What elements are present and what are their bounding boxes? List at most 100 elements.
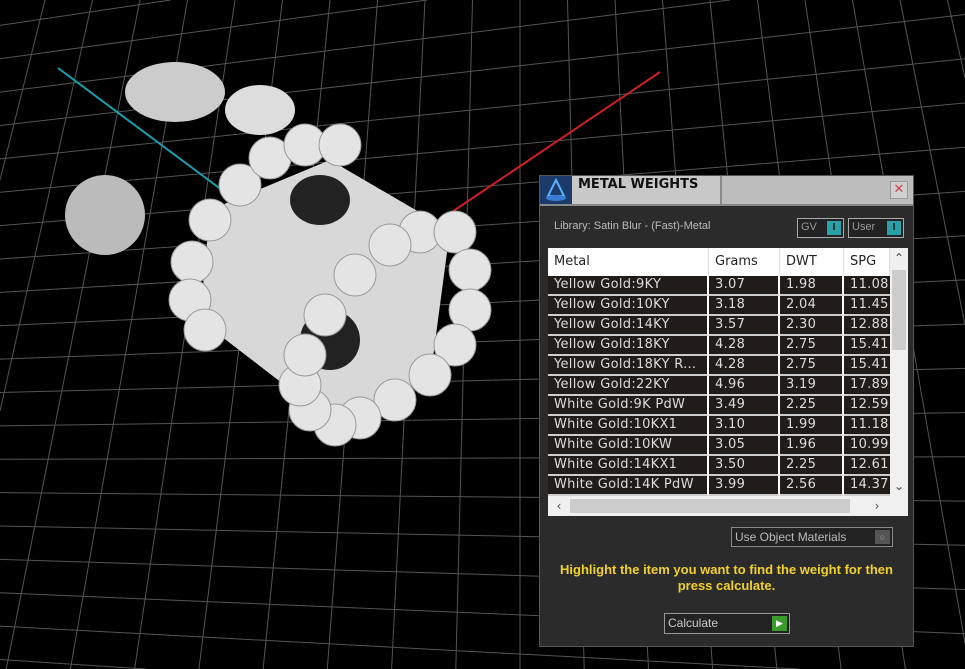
table-cell: 2.56 xyxy=(780,476,844,496)
scale-icon xyxy=(540,176,572,204)
bead xyxy=(333,253,377,297)
scroll-right-icon[interactable]: › xyxy=(868,498,886,514)
table-cell: 3.50 xyxy=(709,456,780,476)
table-row[interactable]: White Gold:14K PdW 3.99 2.56 14.37 xyxy=(548,476,890,496)
table-cell: White Gold:14K PdW xyxy=(548,476,709,496)
table-cell: 4.28 xyxy=(709,356,780,376)
grid-line xyxy=(0,0,171,26)
table-cell: 4.28 xyxy=(709,336,780,356)
title-bar[interactable]: METAL WEIGHTS ✕ xyxy=(540,176,913,206)
table-row[interactable]: Yellow Gold:9KY 3.07 1.98 11.08 xyxy=(548,276,890,296)
toggle-switch: I xyxy=(827,221,841,235)
library-label: Library: Satin Blur - (Fast)-Metal xyxy=(554,220,711,232)
close-button[interactable]: ✕ xyxy=(890,181,908,199)
table-row[interactable]: White Gold:10KX1 3.10 1.99 11.18 xyxy=(548,416,890,436)
column-header-grams[interactable]: Grams xyxy=(709,248,780,276)
scroll-thumb[interactable] xyxy=(892,270,906,350)
table-cell: 2.75 xyxy=(780,336,844,356)
user-toggle[interactable]: User I xyxy=(848,218,904,238)
table-cell: 2.25 xyxy=(780,456,844,476)
table-cell: 4.96 xyxy=(709,376,780,396)
table-cell: 2.75 xyxy=(780,356,844,376)
bead xyxy=(303,293,347,337)
calculate-button[interactable]: Calculate ▶ xyxy=(664,613,790,634)
table-cell: 17.89 xyxy=(844,376,890,396)
table-row[interactable]: Yellow Gold:10KY 3.18 2.04 11.45 xyxy=(548,296,890,316)
table-cell: 1.98 xyxy=(780,276,844,296)
scroll-down-icon[interactable]: ⌄ xyxy=(890,478,908,494)
table-cell: 2.30 xyxy=(780,316,844,336)
grid-line xyxy=(947,0,965,78)
table-row[interactable]: Yellow Gold:18KY R... 4.28 2.75 15.41 xyxy=(548,356,890,376)
table-cell: 1.96 xyxy=(780,436,844,456)
table-row[interactable]: White Gold:14KX1 3.50 2.25 12.61 xyxy=(548,456,890,476)
table-row[interactable]: Yellow Gold:18KY 4.28 2.75 15.41 xyxy=(548,336,890,356)
scroll-up-icon[interactable]: ⌃ xyxy=(890,250,908,266)
grid-line xyxy=(0,0,730,93)
panel-title: METAL WEIGHTS xyxy=(578,177,699,192)
grid-line xyxy=(5,0,141,669)
bead xyxy=(368,223,412,267)
table-header: Metal Grams DWT SPG xyxy=(548,248,890,276)
table-cell: Yellow Gold:10KY xyxy=(548,296,709,316)
grid-line xyxy=(0,659,147,669)
table-cell: Yellow Gold:18KY R... xyxy=(548,356,709,376)
table-cell: 11.08 xyxy=(844,276,890,296)
table-cell: Yellow Gold:18KY xyxy=(548,336,709,356)
table-cell: 3.05 xyxy=(709,436,780,456)
toggle-switch: I xyxy=(887,221,901,235)
bead xyxy=(283,333,327,377)
bead xyxy=(318,123,362,167)
table-cell: 11.18 xyxy=(844,416,890,436)
table-cell: 12.59 xyxy=(844,396,890,416)
table-cell: 3.99 xyxy=(709,476,780,496)
column-header-dwt[interactable]: DWT xyxy=(780,248,844,276)
table-cell: White Gold:10KW xyxy=(548,436,709,456)
use-object-materials-toggle[interactable]: Use Object Materials ○ xyxy=(731,527,893,547)
bead xyxy=(170,240,214,284)
table-cell: 3.07 xyxy=(709,276,780,296)
grid-line xyxy=(0,0,428,60)
bead xyxy=(188,198,232,242)
table-cell: Yellow Gold:14KY xyxy=(548,316,709,336)
vertical-scrollbar[interactable]: ⌃ ⌄ xyxy=(890,248,908,496)
table-row[interactable]: Yellow Gold:14KY 3.57 2.30 12.88 xyxy=(548,316,890,336)
table-cell: Yellow Gold:22KY xyxy=(548,376,709,396)
table-cell: 14.37 xyxy=(844,476,890,496)
column-header-metal[interactable]: Metal xyxy=(548,248,709,276)
table-cell: White Gold:10KX1 xyxy=(548,416,709,436)
table-cell: 10.99 xyxy=(844,436,890,456)
table-cell: 12.61 xyxy=(844,456,890,476)
calculate-label: Calculate xyxy=(668,616,719,630)
table-cell: 1.99 xyxy=(780,416,844,436)
table-row[interactable]: White Gold:10KW 3.05 1.96 10.99 xyxy=(548,436,890,456)
user-label: User xyxy=(852,221,876,233)
bead xyxy=(183,308,227,352)
metal-weights-panel: METAL WEIGHTS ✕ Library: Satin Blur - (F… xyxy=(539,175,914,647)
table-cell: 15.41 xyxy=(844,356,890,376)
bead xyxy=(408,353,452,397)
horizontal-scrollbar[interactable]: ‹ › xyxy=(548,496,908,516)
gv-label: GV xyxy=(801,221,817,233)
bead xyxy=(448,248,492,292)
table-row[interactable]: Yellow Gold:22KY 4.96 3.19 17.89 xyxy=(548,376,890,396)
table-cell: 2.04 xyxy=(780,296,844,316)
table-body: Yellow Gold:9KY 3.07 1.98 11.08 Yellow Gold:… xyxy=(548,276,890,496)
table-cell: 12.88 xyxy=(844,316,890,336)
column-header-spg[interactable]: SPG xyxy=(844,248,890,276)
table-cell: White Gold:9K PdW xyxy=(548,396,709,416)
table-cell: 2.25 xyxy=(780,396,844,416)
table-cell: 3.19 xyxy=(780,376,844,396)
table-cell: 11.45 xyxy=(844,296,890,316)
radio-icon: ○ xyxy=(875,530,890,544)
table-cell: White Gold:14KX1 xyxy=(548,456,709,476)
scroll-thumb[interactable] xyxy=(570,499,850,513)
gv-toggle[interactable]: GV I xyxy=(797,218,844,238)
table-row[interactable]: White Gold:9K PdW 3.49 2.25 12.59 xyxy=(548,396,890,416)
table-cell: 3.57 xyxy=(709,316,780,336)
instruction-message: Highlight the item you want to find the … xyxy=(560,562,893,593)
table-cell: Yellow Gold:9KY xyxy=(548,276,709,296)
table-cell: 15.41 xyxy=(844,336,890,356)
scroll-left-icon[interactable]: ‹ xyxy=(550,498,568,514)
play-icon: ▶ xyxy=(772,616,787,631)
